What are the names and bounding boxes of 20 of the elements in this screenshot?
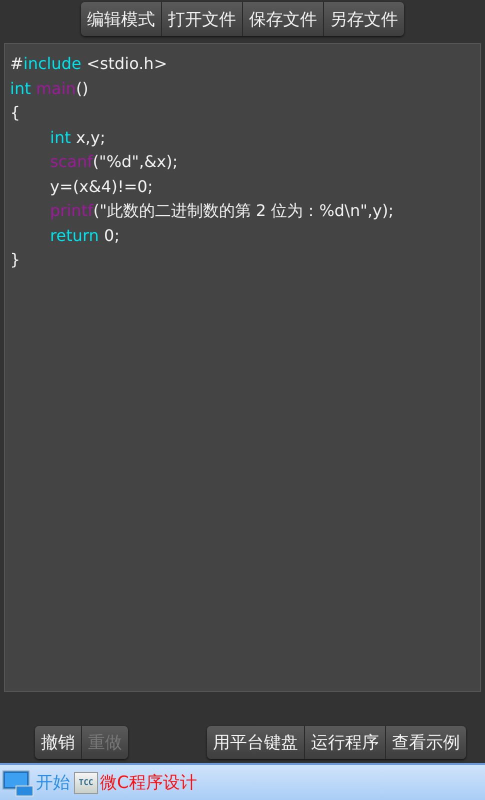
code-line: return 0;	[49, 224, 121, 246]
toolbar-button[interactable]: 另存文件	[324, 2, 404, 36]
code-line: }	[10, 249, 22, 271]
action-button[interactable]: 查看示例	[386, 726, 466, 759]
code-line: int x,y;	[49, 126, 106, 148]
code-editor[interactable]: #include <stdio.h> int main() { int x,y; scanf("%d",&x); y=(x&4)!=0; printf("此数的二进制数的第 2 位为：%d\n",y); return 0; }	[4, 43, 481, 692]
action-button[interactable]: 用平台键盘	[207, 726, 305, 759]
monitor-icon[interactable]	[2, 768, 34, 796]
app-icon[interactable]: TCC	[74, 772, 98, 794]
code-line: int main()	[10, 78, 90, 100]
toolbar-button[interactable]: 保存文件	[243, 2, 324, 36]
code-line: printf("此数的二进制数的第 2 位为：%d\n",y);	[49, 200, 395, 222]
code-line: scanf("%d",&x);	[49, 151, 179, 173]
code-line: #include <stdio.h>	[10, 53, 168, 75]
edit-button[interactable]: 撤销	[35, 726, 82, 759]
toolbar-button[interactable]: 打开文件	[162, 2, 243, 36]
code-line: {	[10, 102, 22, 124]
toolbar-button[interactable]: 编辑模式	[81, 2, 162, 36]
code-line: y=(x&4)!=0;	[49, 176, 154, 198]
action-button[interactable]: 运行程序	[305, 726, 386, 759]
